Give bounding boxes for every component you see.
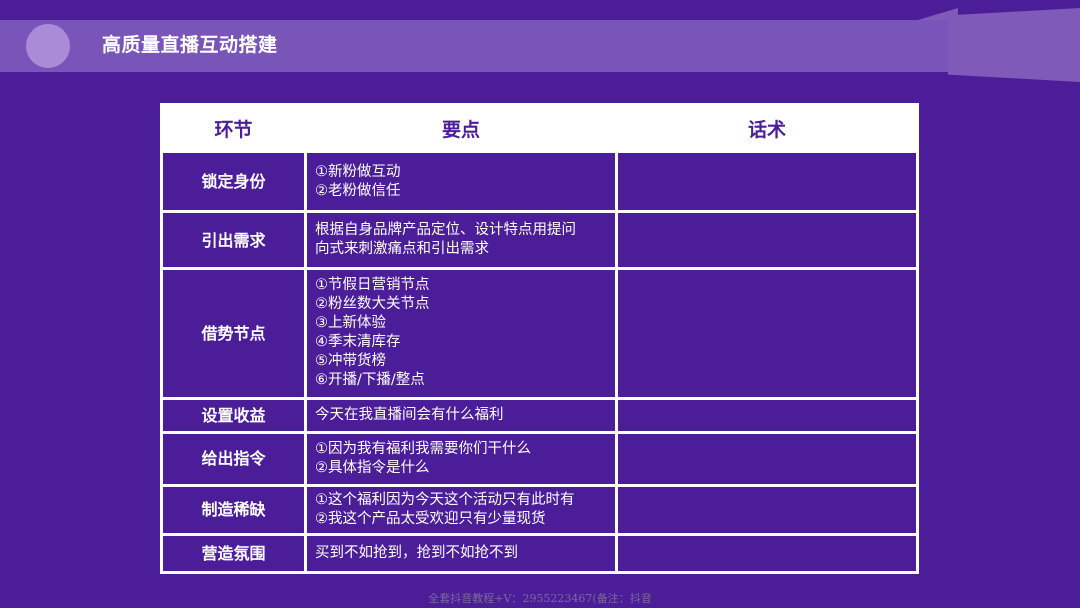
script-cell — [618, 270, 916, 397]
table-row: 给出指令 ①因为我有福利我需要你们干什么 ②具体指令是什么 — [163, 433, 916, 484]
header-right-decoration — [948, 8, 1080, 82]
point-line: ③上新体验 — [315, 315, 386, 332]
stage-cell: 营造氛围 — [163, 535, 304, 571]
point-line: 根据自身品牌产品定位、设计特点用提问 — [315, 222, 576, 239]
point-line: ②老粉做信任 — [315, 182, 401, 199]
point-line: 买到不如抢到，抢到不如抢不到 — [315, 544, 518, 561]
point-line: ①新粉做互动 — [315, 163, 401, 180]
point-line: ①节假日营销节点 — [315, 277, 430, 294]
points-cell: ①这个福利因为今天这个活动只有此时有 ②我这个产品太受欢迎只有少量现货 — [307, 486, 615, 533]
header-stage: 环节 — [163, 106, 304, 150]
stage-cell: 借势节点 — [163, 270, 304, 397]
point-line: 今天在我直播间会有什么福利 — [315, 406, 504, 423]
page-title: 高质量直播互动搭建 — [102, 34, 278, 56]
table-row: 设置收益 今天在我直播间会有什么福利 — [163, 399, 916, 431]
points-cell: 买到不如抢到，抢到不如抢不到 — [307, 535, 615, 571]
stage-cell: 给出指令 — [163, 433, 304, 484]
script-cell — [618, 433, 916, 484]
points-cell: ①因为我有福利我需要你们干什么 ②具体指令是什么 — [307, 433, 615, 484]
table-row: 引出需求 根据自身品牌产品定位、设计特点用提问 向式来刺激痛点和引出需求 — [163, 213, 916, 268]
points-cell: 今天在我直播间会有什么福利 — [307, 399, 615, 431]
table-row: 营造氛围 买到不如抢到，抢到不如抢不到 — [163, 535, 916, 571]
point-line: ②粉丝数大关节点 — [315, 296, 430, 313]
point-line: ①因为我有福利我需要你们干什么 — [315, 440, 531, 457]
table-row: 制造稀缺 ①这个福利因为今天这个活动只有此时有 ②我这个产品太受欢迎只有少量现货 — [163, 486, 916, 533]
stage-cell: 引出需求 — [163, 213, 304, 268]
table-row: 借势节点 ①节假日营销节点 ②粉丝数大关节点 ③上新体验 ④季末清库存 ⑤冲带货… — [163, 270, 916, 397]
script-cell — [618, 535, 916, 571]
footer-watermark-text: 全套抖音教程+V：2955223467(备注：抖音 — [428, 592, 652, 605]
stage-cell: 制造稀缺 — [163, 486, 304, 533]
stage-cell: 设置收益 — [163, 399, 304, 431]
points-cell: ①节假日营销节点 ②粉丝数大关节点 ③上新体验 ④季末清库存 ⑤冲带货榜 ⑥开播… — [307, 270, 615, 397]
point-line: ②具体指令是什么 — [315, 459, 430, 476]
point-line: ①这个福利因为今天这个活动只有此时有 — [315, 491, 575, 508]
point-line: ④季末清库存 — [315, 334, 401, 351]
point-line: 向式来刺激痛点和引出需求 — [315, 241, 489, 258]
header-circle-decoration — [26, 24, 70, 68]
table-header-row: 环节 要点 话术 — [163, 106, 916, 150]
script-cell — [618, 486, 916, 533]
table-row: 锁定身份 ①新粉做互动 ②老粉做信任 — [163, 153, 916, 211]
point-line: ⑤冲带货榜 — [315, 353, 386, 370]
script-cell — [618, 213, 916, 268]
points-cell: 根据自身品牌产品定位、设计特点用提问 向式来刺激痛点和引出需求 — [307, 213, 615, 268]
point-line: ⑥开播/下播/整点 — [315, 372, 425, 389]
script-cell — [618, 399, 916, 431]
header-points: 要点 — [307, 106, 615, 150]
header-script: 话术 — [618, 106, 916, 150]
point-line: ②我这个产品太受欢迎只有少量现货 — [315, 510, 546, 527]
points-cell: ①新粉做互动 ②老粉做信任 — [307, 153, 615, 211]
stage-cell: 锁定身份 — [163, 153, 304, 211]
script-cell — [618, 153, 916, 211]
interaction-table: 环节 要点 话术 锁定身份 ①新粉做互动 ②老粉做信任 引出需求 根据自身品牌产… — [160, 103, 919, 574]
